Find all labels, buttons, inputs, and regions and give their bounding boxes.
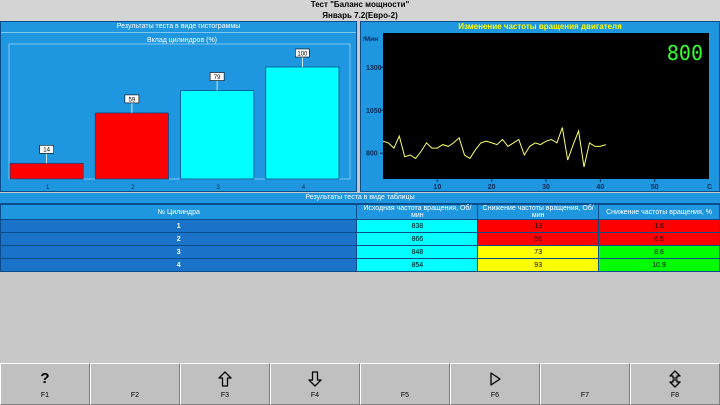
y-unit-label: /Мин [363,36,378,43]
table-caption: Результаты теста в виде таблицы [0,193,720,204]
fkey-label: F8 [670,392,680,399]
x-tick-label: 10 [433,184,441,191]
cell-drop-pct: 8.6 [598,245,720,259]
cell-drop-pct: 10.9 [598,258,720,272]
cell-drop-pct: 1.6 [598,219,720,233]
table-row[interactable]: 3 848 73 8.6 [0,245,720,259]
window-title: Тест "Баланс мощности" [0,0,720,10]
histogram-bar [265,66,340,180]
arrow-up-icon [181,370,269,388]
fkey-label: F7 [580,392,590,399]
window-subtitle: Январь 7.2(Евро-2) [0,10,720,21]
cell-drop-rpm: 93 [477,258,600,272]
fkey-f7-button[interactable]: F7 [540,363,630,405]
category-tick-label: 2 [131,185,135,191]
table-row[interactable]: 2 866 56 6.5 [0,232,720,246]
cell-drop-rpm: 73 [477,245,600,259]
cell-drop-pct: 6.5 [598,232,720,246]
cell-cylinder: 2 [0,232,358,246]
table-header-row: № Цилиндра Исходная частота вращения, Об… [0,204,720,220]
histogram-bar [180,90,255,180]
cell-initial-rpm: 838 [356,219,479,233]
rpm-chart: /Мин 800 1050 1300 10 20 30 40 50 С 800 [363,33,712,191]
x-tick-label: 40 [596,184,604,191]
cell-initial-rpm: 848 [356,245,479,259]
histogram-bar [9,162,84,180]
cell-cylinder: 3 [0,245,358,259]
fkey-label: F5 [400,392,410,399]
cell-cylinder: 1 [0,219,358,233]
histogram-chart: Вклад цилиндров (%) 14 1 59 2 79 3 100 4 [8,37,351,191]
current-rpm-readout: 800 [667,41,703,65]
bar-value-label: 100 [297,51,308,57]
x-tick-label: 20 [488,184,496,191]
fkey-label: F1 [40,392,50,399]
help-icon: ? [40,370,50,387]
play-icon [451,370,539,388]
y-tick-label: 800 [366,151,378,158]
bar-value-label: 79 [214,75,221,81]
cell-initial-rpm: 854 [356,258,479,272]
up-down-icon [631,370,719,388]
column-header-cylinder: № Цилиндра [0,204,358,220]
category-tick-label: 1 [46,185,50,191]
fkey-label: F2 [130,392,140,399]
results-table: № Цилиндра Исходная частота вращения, Об… [0,204,720,272]
fkey-f2-button[interactable]: F2 [90,363,180,405]
cell-initial-rpm: 866 [356,232,479,246]
cell-drop-rpm: 56 [477,232,600,246]
x-tick-label: 50 [651,184,659,191]
rpm-plot-area [383,33,709,179]
fkey-label: F6 [490,392,500,399]
fkey-f1-button[interactable]: ? F1 [0,363,90,405]
bar-value-label: 14 [43,148,50,154]
fkey-label: F4 [310,392,320,399]
rpm-panel: Изменение частоты вращения двигателя /Ми… [360,21,720,192]
bar-value-label: 59 [129,97,136,103]
function-key-bar: ? F1 F2 F3 F4 F5 F6 F7 F8 [0,363,720,405]
fkey-label: F3 [220,392,230,399]
cell-drop-rpm: 13 [477,219,600,233]
histogram-panel: Результаты теста в виде гистограммы Вкла… [0,21,357,192]
x-unit-label: С [707,184,712,191]
y-tick-label: 1050 [366,108,382,115]
category-tick-label: 4 [302,185,306,191]
table-row[interactable]: 4 854 93 10.9 [0,258,720,272]
cell-cylinder: 4 [0,258,358,272]
x-tick-label: 30 [542,184,550,191]
column-header-drop-rpm: Снижение частоты вращения, Об/мин [477,204,600,220]
fkey-f4-button[interactable]: F4 [270,363,360,405]
arrow-down-icon [271,370,359,388]
column-header-drop-pct: Снижение частоты вращения, % [598,204,720,220]
fkey-f3-button[interactable]: F3 [180,363,270,405]
column-header-initial-rpm: Исходная частота вращения, Об/мин [356,204,479,220]
y-tick-label: 1300 [366,65,382,72]
fkey-f8-button[interactable]: F8 [630,363,720,405]
fkey-f5-button[interactable]: F5 [360,363,450,405]
histogram-title: Вклад цилиндров (%) [147,37,217,44]
category-tick-label: 3 [216,185,220,191]
table-row[interactable]: 1 838 13 1.6 [0,219,720,233]
fkey-f6-button[interactable]: F6 [450,363,540,405]
histogram-bar [94,112,169,180]
